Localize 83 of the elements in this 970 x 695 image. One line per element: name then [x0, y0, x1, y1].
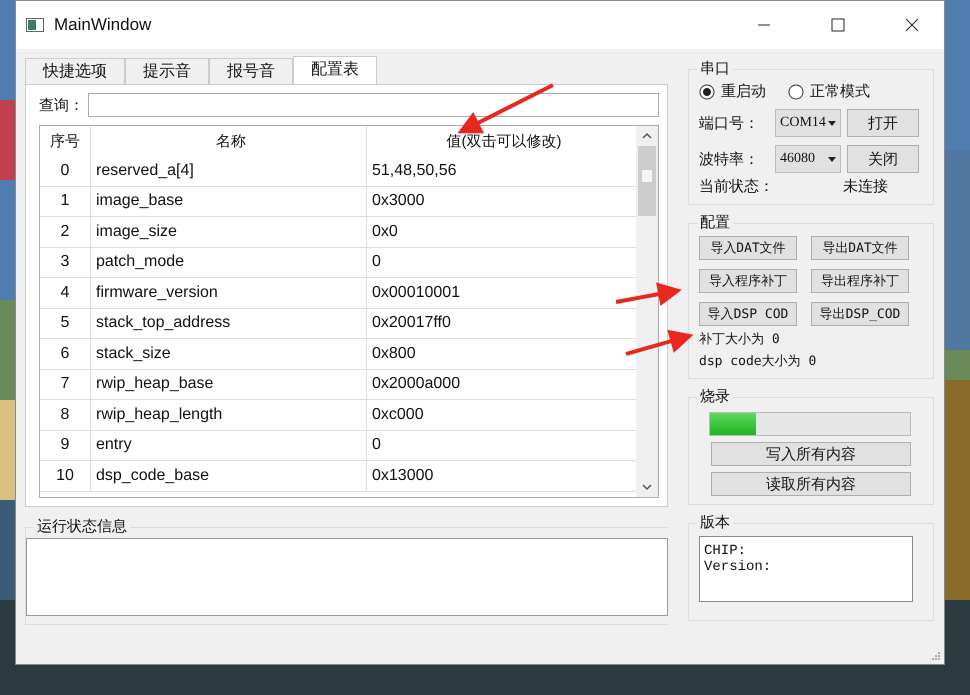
annotation-arrow	[625, 330, 694, 356]
table-cell-text: 0x800	[371, 344, 417, 364]
file-button[interactable]: 导出DAT文件	[811, 236, 909, 260]
version-line: CHIP:	[704, 543, 748, 559]
table-cell-text: 0x0	[371, 222, 399, 242]
tab[interactable]: 快捷选项	[25, 58, 125, 84]
table-cell: image_size	[91, 217, 367, 246]
tab[interactable]: 报号音	[209, 58, 293, 84]
status-label: 当前状态：	[699, 177, 775, 196]
log-area[interactable]	[26, 538, 668, 616]
table-cell-text: 0xc000	[371, 404, 425, 425]
table-cell-text: 0	[371, 435, 382, 456]
table-cell: firmware_version	[91, 278, 367, 308]
query-field[interactable]	[88, 93, 659, 117]
table-cell: rwip_heap_base	[91, 370, 367, 399]
open-button[interactable]: 打开	[847, 109, 919, 137]
group-title: 串口	[697, 59, 733, 78]
row-number: 3	[40, 248, 91, 277]
radio-button[interactable]	[788, 84, 804, 100]
close-icon[interactable]	[905, 18, 919, 32]
baud-dropdown[interactable]: 46080	[775, 145, 841, 173]
scrollbar[interactable]	[636, 126, 658, 497]
port-label: 端口号：	[699, 114, 760, 132]
table-cell-text: 0x20017ff0	[371, 313, 452, 334]
table-cell-text: 0x2000a000	[371, 374, 462, 394]
table-cell: rwip_heap_length	[91, 400, 367, 430]
table-cell-text: 0x3000	[371, 191, 426, 212]
window-icon	[26, 18, 44, 32]
row-number: 10	[40, 461, 91, 490]
table-cell: stack_size	[91, 339, 367, 368]
row-number: 0	[40, 156, 91, 186]
row-number: 8	[40, 400, 91, 430]
caret-icon	[828, 156, 836, 162]
version-line: Version:	[704, 559, 772, 575]
row-number: 9	[40, 430, 91, 460]
row-number: 4	[40, 278, 91, 308]
burn-button[interactable]: 写入所有内容	[711, 442, 911, 466]
group-title: 运行状态信息	[34, 517, 130, 536]
caret-icon	[828, 120, 836, 126]
column-header[interactable]: 序号	[40, 126, 91, 156]
query-label: 查询：	[39, 96, 84, 114]
window-title: MainWindow	[54, 15, 152, 35]
maximize-icon[interactable]	[831, 18, 845, 32]
radio-button[interactable]	[699, 84, 715, 100]
column-header[interactable]: 值(双击可以修改)	[367, 126, 636, 156]
close-button[interactable]: 关闭	[847, 145, 919, 173]
row-number: 1	[40, 186, 91, 216]
file-button[interactable]: 导入程序补丁	[699, 269, 797, 293]
table-cell: image_base	[91, 186, 367, 216]
table-cell: patch_mode	[91, 248, 367, 277]
row-number: 7	[40, 370, 91, 399]
table-cell: entry	[91, 430, 367, 460]
resize-grip-icon[interactable]	[931, 651, 941, 661]
table-cell-text: 51,48,50,56	[371, 160, 458, 181]
radio-label: 正常模式	[810, 82, 870, 101]
status-value: 未连接	[843, 177, 888, 196]
file-button[interactable]: 导入DAT文件	[699, 236, 797, 260]
size-info: dsp code大小为 0	[699, 353, 818, 370]
group-title: 烧录	[697, 387, 733, 406]
table-cell: dsp_code_base	[91, 461, 367, 490]
table-cell-text: 0x13000	[371, 466, 434, 486]
size-info: 补丁大小为 0	[699, 331, 781, 348]
group-title: 配置	[697, 213, 733, 232]
table-cell: reserved_a[4]	[91, 156, 367, 186]
port-dropdown[interactable]: COM14	[775, 109, 841, 137]
radio-label: 重启动	[721, 82, 766, 101]
column-header[interactable]: 名称	[91, 126, 367, 156]
row-number: 5	[40, 308, 91, 338]
group-title: 版本	[697, 513, 733, 532]
file-button[interactable]: 导入DSP COD	[699, 302, 797, 326]
file-button[interactable]: 导出DSP_COD	[811, 302, 909, 326]
baud-label: 波特率：	[699, 150, 760, 168]
row-number: 2	[40, 217, 91, 246]
annotation-arrow	[616, 282, 682, 306]
tab[interactable]: 提示音	[125, 58, 209, 84]
row-number: 6	[40, 339, 91, 368]
table-cell: stack_top_address	[91, 308, 367, 338]
file-button[interactable]: 导出程序补丁	[811, 269, 909, 293]
scrollbar-thumb[interactable]	[638, 146, 656, 216]
table-cell-text: 0	[371, 252, 382, 272]
table-cell-text: 0x00010001	[371, 282, 462, 303]
tab[interactable]: 配置表	[293, 56, 377, 84]
burn-button[interactable]: 读取所有内容	[711, 472, 911, 496]
